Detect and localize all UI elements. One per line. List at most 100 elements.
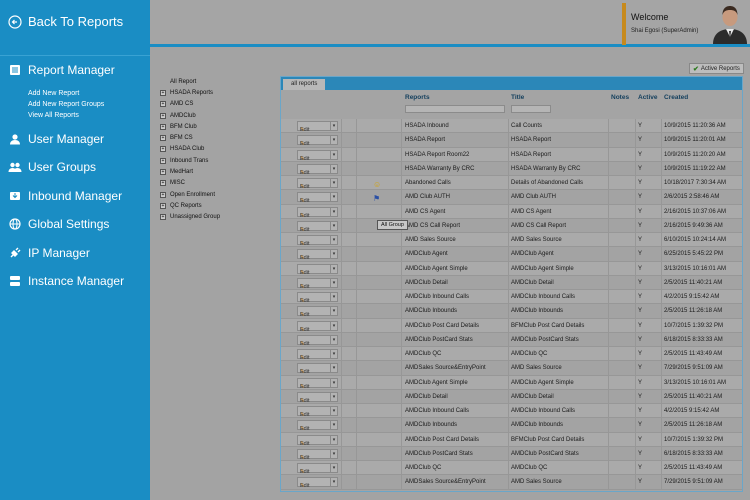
add-new-report-groups-link[interactable]: Add New Report Groups [28, 99, 104, 110]
chevron-down-icon[interactable]: ▾ [330, 477, 338, 488]
edit-button[interactable]: ✎ Edit ▾ [297, 178, 338, 190]
reports-filter-input[interactable] [405, 105, 505, 113]
table-row[interactable]: ✎ Edit ▾ HSADA Inbound Call Counts Y 10/9/2015… [281, 119, 742, 134]
title-filter-input[interactable] [511, 105, 551, 113]
tree-item[interactable]: + AMD CS [160, 99, 220, 110]
sidebar-item-global-settings[interactable]: Global Settings [8, 217, 109, 231]
table-row[interactable]: ✎ Edit ▾ AMDSales Source&EntryPoint AMD Sale… [281, 361, 742, 376]
table-row[interactable]: ✎ Edit ▾ AMDClub Detail AMDClub Detail Y 2/5/2… [281, 389, 742, 404]
edit-button[interactable]: ✎ Edit ▾ [297, 292, 338, 304]
chevron-down-icon[interactable]: ▾ [330, 121, 338, 131]
chevron-down-icon[interactable]: ▾ [330, 463, 338, 473]
flag-icon[interactable]: ⚑ [373, 194, 380, 203]
edit-button[interactable]: ✎ Edit ▾ [297, 349, 338, 361]
table-row[interactable]: ✎ Edit ▾ ☺ Abandoned Calls Details of Abandon… [281, 176, 742, 191]
expand-icon[interactable]: + [160, 191, 166, 198]
user-badge-icon[interactable]: ☺ [373, 180, 381, 189]
expand-icon[interactable]: + [160, 135, 166, 142]
sidebar-item-user-groups[interactable]: User Groups [8, 160, 96, 174]
table-row[interactable]: ✎ Edit ▾ AMDSales Source&EntryPoint AMD Sale… [281, 475, 742, 490]
edit-button[interactable]: ✎ Edit ▾ [297, 149, 338, 162]
avatar[interactable] [710, 2, 750, 44]
chevron-down-icon[interactable]: ▾ [330, 292, 338, 302]
edit-button[interactable]: ✎ Edit ▾ [297, 121, 338, 133]
table-row[interactable]: ✎ Edit ▾ AMDClub Inbound Calls AMDClub Inbou… [281, 404, 742, 419]
edit-button[interactable]: ✎ Edit ▾ [297, 434, 338, 447]
active-reports-button[interactable]: ✔ Active Reports [689, 63, 744, 74]
table-row[interactable]: ✎ Edit ▾ AMDClub Detail AMDClub Detail Y 2/5/2… [281, 275, 742, 290]
column-header-title[interactable]: Title [511, 94, 524, 101]
chevron-down-icon[interactable]: ▾ [330, 206, 338, 217]
table-row[interactable]: ✎ Edit ▾ AMDClub Inbounds AMDClub Inbounds Y 2… [281, 304, 742, 319]
edit-button[interactable]: ✎ Edit ▾ [297, 192, 338, 204]
tree-item[interactable]: + BFM Club [160, 121, 220, 132]
chevron-down-icon[interactable]: ▾ [330, 178, 338, 188]
table-row[interactable]: ✎ Edit ▾ AMDClub QC AMDClub QC Y 2/5/2015 11:4… [281, 347, 742, 362]
chevron-down-icon[interactable]: ▾ [330, 135, 338, 146]
table-row[interactable]: ✎ Edit ▾ AMD Sales Source AMD Sales Source Y 6… [281, 233, 742, 248]
tree-item[interactable]: + BFM CS [160, 132, 220, 143]
table-row[interactable]: ✎ Edit ▾ AMDClub Inbounds AMDClub Inbounds Y 2… [281, 418, 742, 433]
edit-button[interactable]: ✎ Edit ▾ [297, 135, 338, 147]
expand-icon[interactable]: + [160, 214, 166, 221]
expand-icon[interactable]: + [160, 157, 166, 164]
table-row[interactable]: ✎ Edit ▾ AMDClub Post Card Details BFMClub P… [281, 432, 742, 447]
column-header-created[interactable]: Created [664, 94, 688, 101]
sidebar-item-report-manager[interactable]: Report Manager [8, 63, 115, 77]
edit-button[interactable]: ✎ Edit ▾ [297, 277, 338, 290]
chevron-down-icon[interactable]: ▾ [330, 406, 338, 416]
edit-button[interactable]: ✎ Edit ▾ [297, 391, 338, 404]
tab-all-reports[interactable]: all reports [283, 79, 326, 90]
expand-icon[interactable]: + [160, 123, 166, 130]
table-row[interactable]: ✎ Edit ▾ AMD CS Call Report AMD CS Call Repo… [281, 218, 742, 233]
edit-button[interactable]: ✎ Edit ▾ [297, 320, 338, 333]
chevron-down-icon[interactable]: ▾ [330, 320, 338, 331]
edit-button[interactable]: ✎ Edit ▾ [297, 220, 338, 233]
expand-icon[interactable]: + [160, 112, 166, 119]
table-row[interactable]: ✎ Edit ▾ HSADA Warranty By CRC HSADA Warrant… [281, 161, 742, 176]
edit-button[interactable]: ✎ Edit ▾ [297, 235, 338, 247]
chevron-down-icon[interactable]: ▾ [330, 277, 338, 288]
table-row[interactable]: ✎ Edit ▾ AMDClub Agent Simple AMDClub Agent … [281, 375, 742, 390]
chevron-down-icon[interactable]: ▾ [330, 249, 338, 260]
view-all-reports-link[interactable]: View All Reports [28, 110, 104, 121]
tree-item[interactable]: + Inbound Trans [160, 155, 220, 166]
chevron-down-icon[interactable]: ▾ [330, 163, 338, 174]
chevron-down-icon[interactable]: ▾ [330, 306, 338, 317]
tree-item[interactable]: + HSADA Reports [160, 87, 220, 98]
chevron-down-icon[interactable]: ▾ [330, 434, 338, 445]
chevron-down-icon[interactable]: ▾ [330, 349, 338, 359]
tree-item[interactable]: + Open Enrollment [160, 189, 220, 200]
tree-item[interactable]: + MISC [160, 178, 220, 189]
chevron-down-icon[interactable]: ▾ [330, 448, 338, 459]
chevron-down-icon[interactable]: ▾ [330, 235, 338, 245]
column-header-reports[interactable]: Reports [405, 94, 430, 101]
tree-item[interactable]: + HSADA Club [160, 144, 220, 155]
table-row[interactable]: ✎ Edit ▾ AMDClub QC AMDClub QC Y 2/5/2015 11:4… [281, 461, 742, 476]
table-row[interactable]: ✎ Edit ▾ AMD CS Agent AMD CS Agent Y 2/16/2015… [281, 204, 742, 219]
column-header-active[interactable]: Active [638, 94, 658, 101]
chevron-down-icon[interactable]: ▾ [330, 149, 338, 160]
table-row[interactable]: ✎ Edit ▾ AMDClub PostCard Stats AMDClub Post… [281, 446, 742, 461]
tree-item[interactable]: + QC Reports [160, 200, 220, 211]
table-row[interactable]: ✎ Edit ▾ AMDClub Agent Simple AMDClub Agent … [281, 261, 742, 276]
edit-button[interactable]: ✎ Edit ▾ [297, 249, 338, 261]
table-row[interactable]: ✎ Edit ▾ AMDClub Post Card Details BFMClub P… [281, 318, 742, 333]
chevron-down-icon[interactable]: ▾ [330, 391, 338, 402]
edit-button[interactable]: ✎ Edit ▾ [297, 334, 338, 347]
edit-button[interactable]: ✎ Edit ▾ [297, 420, 338, 432]
chevron-down-icon[interactable]: ▾ [330, 263, 338, 274]
expand-icon[interactable]: + [160, 146, 166, 153]
sidebar-item-ip-manager[interactable]: IP Manager [8, 246, 90, 260]
chevron-down-icon[interactable]: ▾ [330, 334, 338, 345]
chevron-down-icon[interactable]: ▾ [330, 363, 338, 374]
edit-button[interactable]: ✎ Edit ▾ [297, 306, 338, 318]
edit-button[interactable]: ✎ Edit ▾ [297, 206, 338, 219]
edit-button[interactable]: ✎ Edit ▾ [297, 448, 338, 461]
sidebar-item-user-manager[interactable]: User Manager [8, 132, 104, 146]
table-row[interactable]: ✎ Edit ▾ AMDClub Inbound Calls AMDClub Inbou… [281, 290, 742, 305]
tree-item[interactable]: + MedHart [160, 166, 220, 177]
edit-button[interactable]: ✎ Edit ▾ [297, 463, 338, 475]
back-to-reports-link[interactable]: Back To Reports [8, 14, 123, 29]
edit-button[interactable]: ✎ Edit ▾ [297, 406, 338, 418]
